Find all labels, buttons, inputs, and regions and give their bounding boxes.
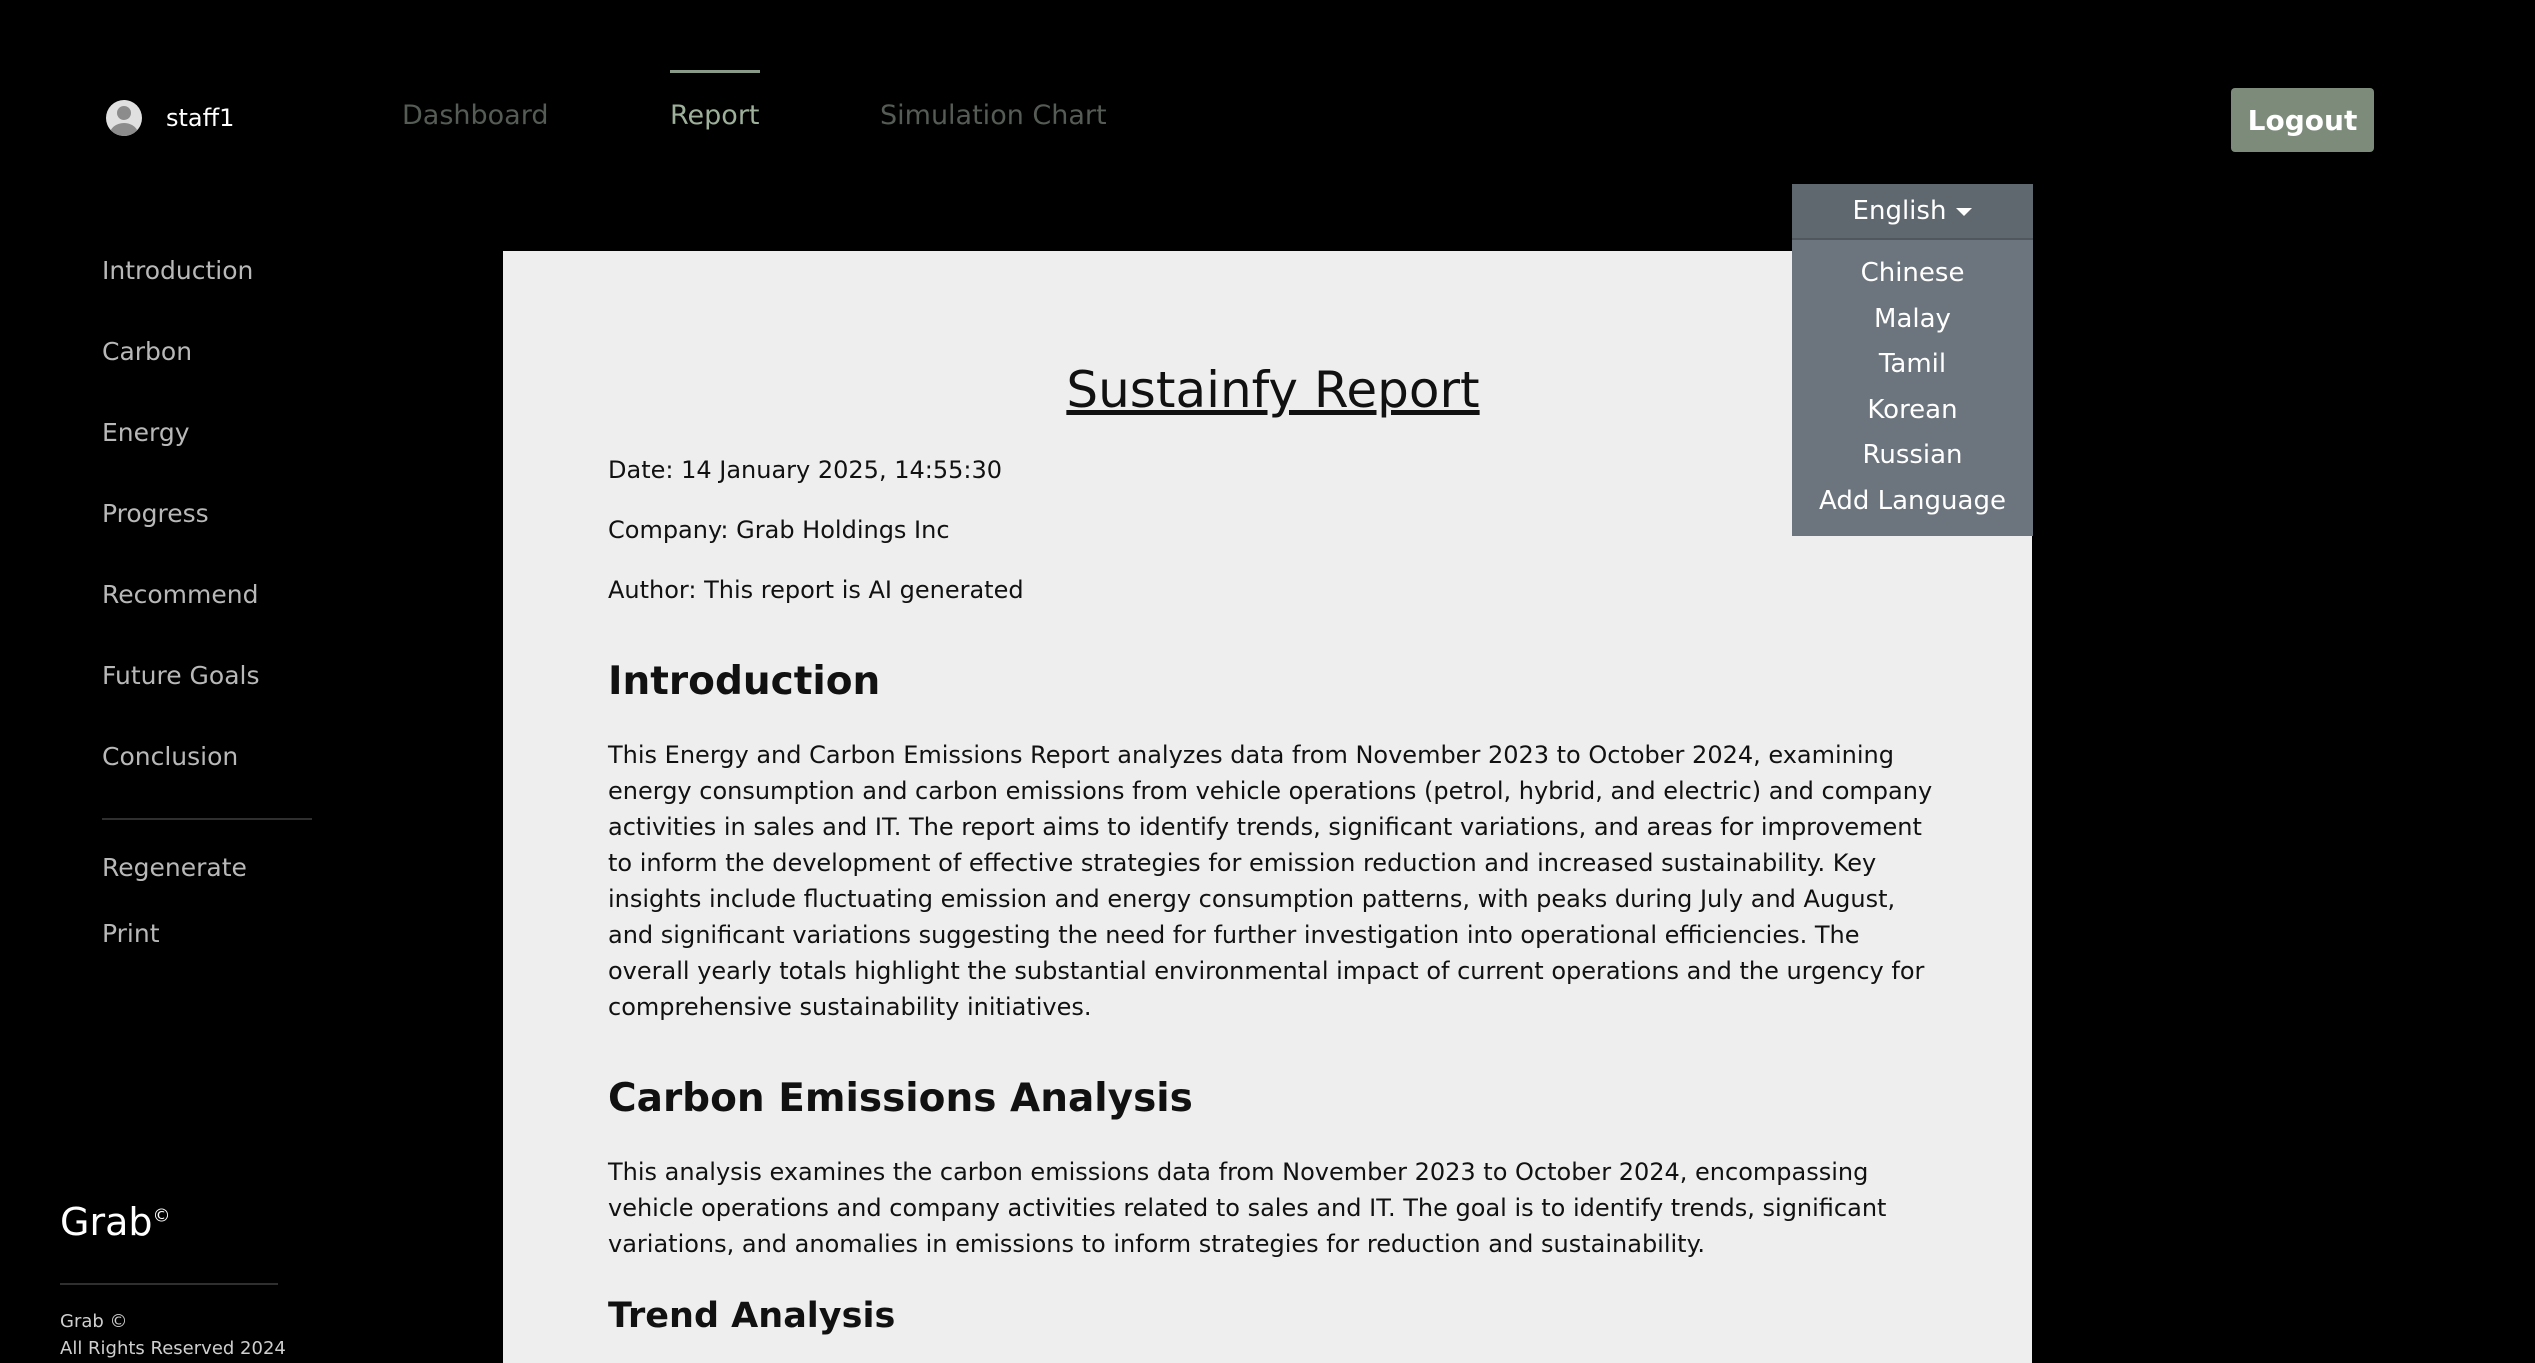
brand-logo: Grab© [60, 1200, 170, 1244]
tab-dashboard[interactable]: Dashboard [402, 100, 548, 131]
language-select-toggle[interactable]: English [1792, 184, 2033, 240]
report-author: Author: This report is AI generated [608, 576, 1024, 604]
report-title: Sustainfy Report [1066, 361, 1480, 419]
brand-mark: © [152, 1205, 171, 1227]
caret-down-icon [1956, 207, 1973, 216]
introduction-heading: Introduction [608, 659, 881, 704]
carbon-heading: Carbon Emissions Analysis [608, 1076, 1193, 1121]
logout-button[interactable]: Logout [2231, 88, 2374, 152]
print-button[interactable]: Print [102, 919, 160, 948]
tab-simulation-chart[interactable]: Simulation Chart [880, 100, 1107, 131]
sidebar-item-carbon[interactable]: Carbon [102, 337, 192, 366]
sidebar-item-introduction[interactable]: Introduction [102, 256, 253, 285]
language-option-malay[interactable]: Malay [1792, 304, 2033, 334]
regenerate-button[interactable]: Regenerate [102, 853, 247, 882]
footer-rights: All Rights Reserved 2024 [60, 1338, 286, 1359]
language-selected: English [1852, 196, 1947, 226]
carbon-text: This analysis examines the carbon emissi… [608, 1158, 1887, 1258]
footer-divider [60, 1283, 278, 1285]
add-language-option[interactable]: Add Language [1792, 486, 2033, 516]
tab-report[interactable]: Report [670, 70, 760, 131]
brand-name: Grab [60, 1200, 153, 1244]
language-option-russian[interactable]: Russian [1792, 440, 2033, 470]
sidebar-divider [102, 818, 312, 820]
footer-copyright: Grab © [60, 1311, 128, 1332]
username: staff1 [166, 104, 235, 132]
language-option-korean[interactable]: Korean [1792, 395, 2033, 425]
language-option-chinese[interactable]: Chinese [1792, 258, 2033, 288]
sidebar-item-future-goals[interactable]: Future Goals [102, 661, 260, 690]
user-avatar-icon [106, 100, 142, 136]
report-date: Date: 14 January 2025, 14:55:30 [608, 456, 1002, 484]
report-company: Company: Grab Holdings Inc [608, 516, 950, 544]
trend-analysis-heading: Trend Analysis [608, 1296, 896, 1336]
language-dropdown: English Chinese Malay Tamil Korean Russi… [1792, 184, 2033, 536]
language-option-tamil[interactable]: Tamil [1792, 349, 2033, 379]
sidebar-item-recommend[interactable]: Recommend [102, 580, 258, 609]
user-profile: staff1 [106, 100, 234, 136]
introduction-text: This Energy and Carbon Emissions Report … [608, 741, 1933, 1021]
sidebar-item-progress[interactable]: Progress [102, 499, 209, 528]
sidebar-item-energy[interactable]: Energy [102, 418, 190, 447]
sidebar-item-conclusion[interactable]: Conclusion [102, 742, 238, 771]
